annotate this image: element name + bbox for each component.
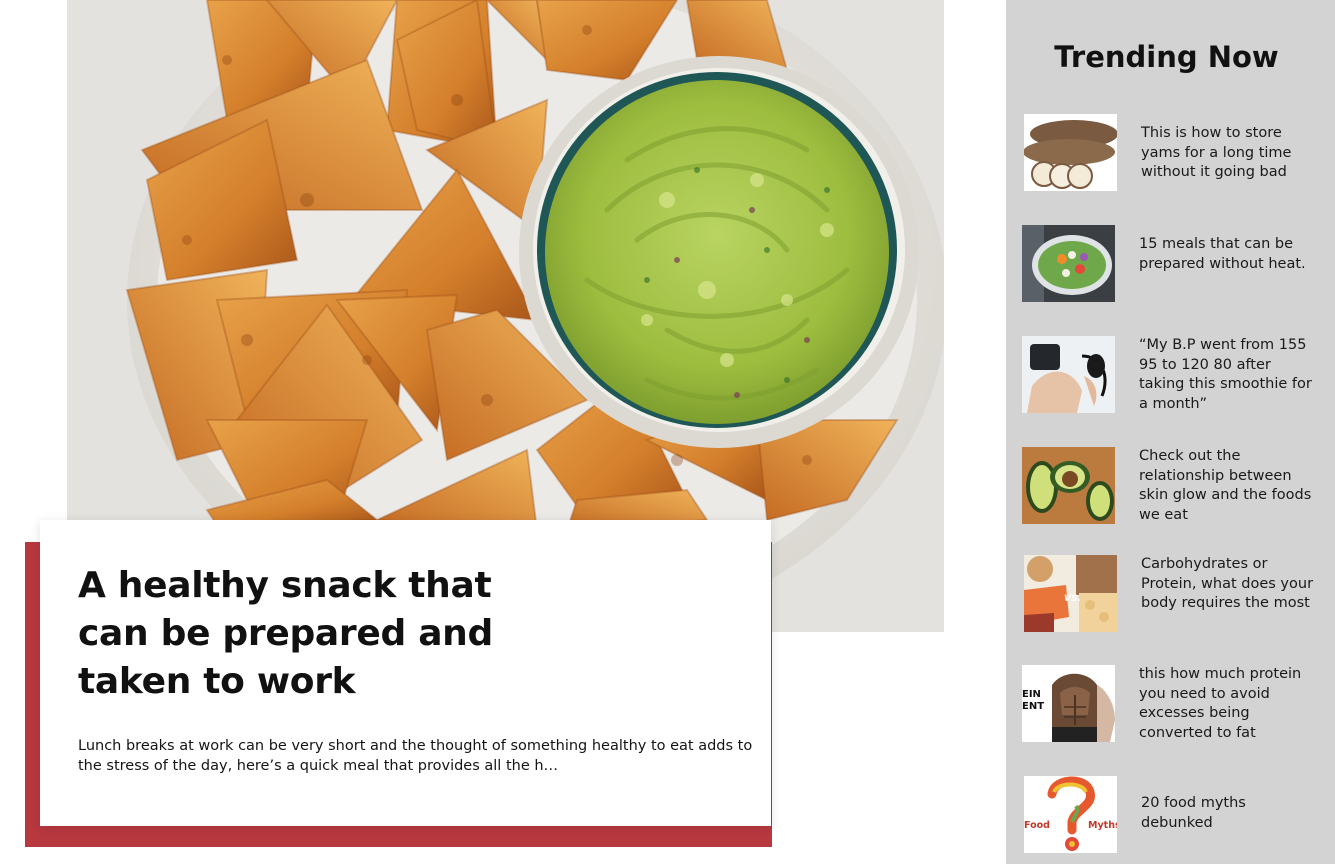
trending-item-text[interactable]: 15 meals that can be prepared without he…: [1139, 235, 1319, 274]
trending-item-text[interactable]: 20 food myths debunked: [1141, 794, 1321, 833]
carbs-vs-protein-thumbnail[interactable]: VS.: [1024, 555, 1117, 632]
trending-item[interactable]: “My B.P went from 155 95 to 120 80 after…: [1006, 336, 1335, 416]
blood-pressure-thumbnail[interactable]: [1022, 336, 1115, 413]
food-myths-thumbnail[interactable]: Food Myths: [1024, 776, 1117, 853]
thumb-food-label: Food: [1024, 820, 1050, 831]
trending-item-text[interactable]: “My B.P went from 155 95 to 120 80 after…: [1139, 336, 1319, 414]
featured-article-card[interactable]: A healthy snack that can be prepared and…: [40, 520, 771, 826]
trending-item[interactable]: This is how to store yams for a long tim…: [1006, 114, 1335, 194]
avocado-thumbnail[interactable]: [1022, 447, 1115, 524]
salad-thumbnail[interactable]: [1022, 225, 1115, 302]
trending-item[interactable]: EIN ENT this how much protein you need to…: [1006, 665, 1335, 745]
trending-item[interactable]: Food Myths 20 food myths debunked: [1006, 776, 1335, 856]
trending-item-text[interactable]: Carbohydrates or Protein, what does your…: [1141, 555, 1321, 614]
thumb-vs-label: VS.: [1064, 594, 1081, 604]
trending-item[interactable]: Check out the relationship between skin …: [1006, 447, 1335, 527]
sidebar-title: Trending Now: [1054, 40, 1279, 74]
trending-item-text[interactable]: Check out the relationship between skin …: [1139, 447, 1319, 525]
trending-sidebar: Trending Now This is how to store yams f…: [1006, 0, 1335, 864]
article-excerpt: Lunch breaks at work can be very short a…: [78, 738, 753, 774]
trending-item[interactable]: VS. Carbohydrates or Protein, what does …: [1006, 555, 1335, 635]
protein-body-thumbnail[interactable]: EIN ENT: [1022, 665, 1115, 742]
thumb-protein-label: EIN ENT: [1022, 689, 1044, 712]
thumb-myths-label: Myths: [1088, 820, 1117, 831]
article-title[interactable]: A healthy snack that can be prepared and…: [78, 562, 548, 706]
page: A healthy snack that can be prepared and…: [0, 0, 1335, 864]
trending-item-text[interactable]: This is how to store yams for a long tim…: [1141, 124, 1321, 183]
trending-item[interactable]: 15 meals that can be prepared without he…: [1006, 225, 1335, 305]
trending-item-text[interactable]: this how much protein you need to avoid …: [1139, 665, 1319, 743]
yam-thumbnail[interactable]: [1024, 114, 1117, 191]
